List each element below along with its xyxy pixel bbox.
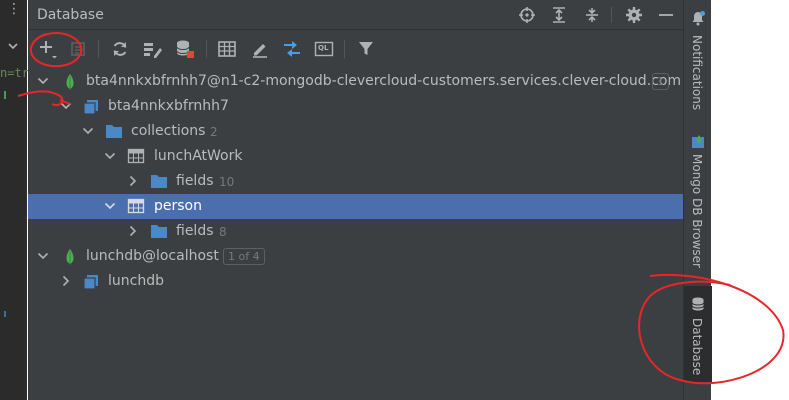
toolbar-separator <box>206 40 207 58</box>
folder-icon <box>150 173 168 190</box>
data-source-settings-icon[interactable] <box>140 37 164 61</box>
tree-row-database[interactable]: bta4nnkxbfrnhh7 <box>28 94 683 119</box>
tree-row-label: lunchdb <box>108 273 164 289</box>
properties-icon[interactable] <box>66 37 90 61</box>
tree-row-label: fields <box>176 223 214 239</box>
tree-row-label: bta4nnkxbfrnhh7@n1-c2-mongodb-cleverclou… <box>86 73 682 89</box>
right-tool-window-bar: Notifications Mongo DB Browser Database <box>683 0 712 400</box>
expand-all-icon[interactable] <box>548 4 570 26</box>
chevron-down-icon[interactable] <box>36 74 50 88</box>
bell-icon <box>690 10 706 30</box>
tool-window-title: Database <box>37 7 104 23</box>
folder-icon <box>105 123 123 140</box>
database-icon <box>82 98 100 115</box>
side-tab-label: Notifications <box>690 35 704 111</box>
toolbar-separator <box>98 40 99 58</box>
filter-icon[interactable] <box>354 37 378 61</box>
side-tab-mongo-db-browser[interactable]: Mongo DB Browser <box>684 132 712 274</box>
chevron-down-icon[interactable] <box>59 99 73 113</box>
item-count: 10 <box>219 175 235 189</box>
header-separator <box>611 7 612 23</box>
tree-row-collection[interactable]: lunchAtWork <box>28 144 683 169</box>
mongodb-leaf-icon <box>61 248 79 265</box>
chevron-right-icon[interactable] <box>126 224 140 238</box>
side-tab-label: Mongo DB Browser <box>690 154 704 268</box>
tool-window-header: Database <box>28 0 683 30</box>
stop-icon[interactable] <box>173 37 197 61</box>
refresh-icon[interactable] <box>108 37 132 61</box>
tree-row-fields[interactable]: fields 10 <box>28 169 683 194</box>
connection-count-badge: 1 <box>652 73 669 90</box>
database-stack-icon <box>690 296 706 316</box>
change-marker <box>4 91 6 99</box>
query-console-icon[interactable]: QL <box>312 37 336 61</box>
chevron-down-icon[interactable] <box>7 40 19 55</box>
side-tab-notifications[interactable]: Notifications <box>684 8 712 113</box>
gear-icon[interactable] <box>623 4 645 26</box>
tree-row-database[interactable]: lunchdb <box>28 269 683 294</box>
tree-row-connection[interactable]: bta4nnkxbfrnhh7@n1-c2-mongodb-cleverclou… <box>28 69 683 94</box>
jump-to-query-console-icon[interactable] <box>280 37 304 61</box>
tree-row-label: person <box>154 198 202 214</box>
connection-count-badge: 1 of 4 <box>223 248 265 265</box>
tree-row-fields[interactable]: fields 8 <box>28 219 683 244</box>
tree-row-connection[interactable]: lunchdb@localhost 1 of 4 <box>28 244 683 269</box>
query-console-label: QL <box>318 44 329 52</box>
editor-gutter: ⋮ n=tr <box>0 0 29 400</box>
item-count: 8 <box>219 225 227 239</box>
minimize-icon[interactable] <box>655 4 677 26</box>
item-count: 2 <box>210 125 218 139</box>
change-marker <box>4 311 6 317</box>
crosshair-icon[interactable] <box>516 4 538 26</box>
tree-row-collection-selected[interactable]: person <box>28 194 683 219</box>
tree-row-label: lunchAtWork <box>154 148 243 164</box>
tree-row-label: bta4nnkxbfrnhh7 <box>108 98 229 114</box>
tree-row-label: collections <box>131 123 206 139</box>
chevron-right-icon[interactable] <box>126 174 140 188</box>
database-icon <box>82 273 100 290</box>
chevron-down-icon[interactable] <box>103 149 117 163</box>
edit-source-icon[interactable] <box>248 37 272 61</box>
chevron-right-icon[interactable] <box>59 274 73 288</box>
collapse-all-icon[interactable] <box>581 4 603 26</box>
side-tab-label: Database <box>690 318 704 376</box>
table-icon <box>127 198 145 215</box>
toolbar-separator <box>344 40 345 58</box>
folder-icon <box>150 223 168 240</box>
mongodb-leaf-icon <box>61 73 79 90</box>
tree-row-label: fields <box>176 173 214 189</box>
more-options-icon[interactable]: ⋮ <box>7 2 21 16</box>
tree-row-collections[interactable]: collections 2 <box>28 119 683 144</box>
chevron-down-icon[interactable] <box>103 199 117 213</box>
table-editor-icon[interactable] <box>215 37 239 61</box>
tree-row-label: lunchdb@localhost <box>86 248 219 264</box>
add-icon[interactable] <box>36 37 60 61</box>
side-tab-database[interactable]: Database <box>684 286 712 382</box>
mongo-browser-icon <box>690 134 706 154</box>
chevron-down-icon[interactable] <box>36 249 50 263</box>
database-tool-window: Database QL bta4nnkxbfrnhh7@n1-c2-mongod… <box>28 0 683 400</box>
chevron-down-icon[interactable] <box>81 124 95 138</box>
code-fragment: n=tr <box>0 66 29 80</box>
table-icon <box>127 148 145 165</box>
database-toolbar: QL <box>28 34 683 64</box>
